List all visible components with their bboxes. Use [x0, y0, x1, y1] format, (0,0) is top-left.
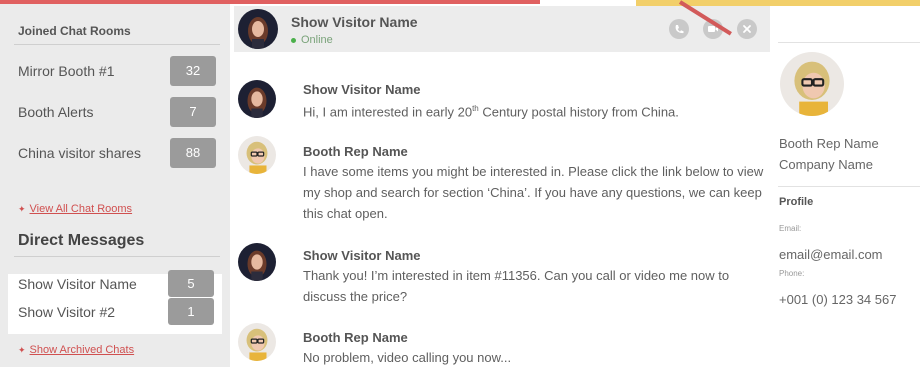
- visitor-avatar: [238, 243, 276, 281]
- rep-avatar: [238, 136, 276, 174]
- sidebar: Joined Chat Rooms Mirror Booth #1 32 Boo…: [0, 4, 230, 367]
- chat-header: Show Visitor Name Online: [234, 6, 770, 52]
- message-sender: Show Visitor Name: [303, 248, 421, 263]
- sidebar-item-show-visitor-name[interactable]: Show Visitor Name 5: [0, 269, 230, 299]
- dm-label: Show Visitor #2: [18, 304, 116, 320]
- unread-count-badge: 32: [170, 56, 216, 86]
- phone-label: Phone:: [779, 269, 805, 278]
- divider: [14, 256, 220, 257]
- divider: [778, 186, 920, 187]
- chat-message: Show Visitor Name Thank you! I’m interes…: [236, 243, 776, 309]
- visitor-portrait-icon: [238, 9, 278, 49]
- visitor-avatar: [238, 80, 276, 118]
- message-sender: Booth Rep Name: [303, 144, 408, 159]
- rep-avatar: [238, 323, 276, 361]
- unread-count-badge: 88: [170, 138, 216, 168]
- room-label: Mirror Booth #1: [18, 63, 115, 79]
- profile-name: Booth Rep Name: [779, 136, 879, 151]
- chat-contact-name: Show Visitor Name: [291, 14, 418, 30]
- unread-count-badge: 1: [168, 298, 214, 325]
- message-sender: Booth Rep Name: [303, 330, 408, 345]
- room-label: China visitor shares: [18, 145, 141, 161]
- call-button[interactable]: [669, 19, 689, 39]
- unread-count-badge: 5: [168, 270, 214, 297]
- message-text: I have some items you might be intereste…: [303, 164, 764, 221]
- message-sender: Show Visitor Name: [303, 82, 421, 97]
- rep-portrait-icon: [780, 52, 844, 116]
- close-chat-button[interactable]: [737, 19, 757, 39]
- dm-label: Show Visitor Name: [18, 276, 137, 292]
- rep-portrait-icon: [238, 136, 276, 174]
- message-text: No problem, video calling you now...: [303, 350, 512, 365]
- email-value[interactable]: email@email.com: [779, 247, 883, 262]
- visitor-portrait-icon: [238, 243, 276, 281]
- sidebar-item-show-visitor-2[interactable]: Show Visitor #2 1: [0, 297, 230, 327]
- profile-panel: Booth Rep Name Company Name Profile Emai…: [772, 40, 920, 367]
- profile-section-title: Profile: [779, 196, 814, 208]
- joined-rooms-title: Joined Chat Rooms: [18, 24, 131, 38]
- divider: [778, 42, 920, 43]
- profile-company: Company Name: [779, 157, 873, 172]
- plus-icon: ✦: [18, 345, 26, 355]
- online-dot-icon: [291, 37, 296, 43]
- chat-message: Show Visitor Name Hi, I am interested in…: [236, 78, 776, 128]
- sidebar-item-china-visitor-shares[interactable]: China visitor shares 88: [0, 138, 230, 168]
- sidebar-item-booth-alerts[interactable]: Booth Alerts 7: [0, 97, 230, 127]
- phone-icon: [675, 25, 684, 34]
- rep-profile-avatar: [780, 52, 844, 116]
- online-status: Online: [291, 34, 333, 46]
- visitor-portrait-icon: [238, 80, 276, 118]
- chat-message: Booth Rep Name No problem, video calling…: [236, 323, 776, 367]
- show-archived-chats-link[interactable]: ✦ Show Archived Chats: [18, 344, 134, 356]
- view-all-chat-rooms-link[interactable]: ✦ View All Chat Rooms: [18, 203, 132, 215]
- divider: [14, 44, 220, 45]
- email-label: Email:: [779, 224, 802, 233]
- sidebar-item-mirror-booth[interactable]: Mirror Booth #1 32: [0, 56, 230, 86]
- visitor-avatar: [238, 9, 278, 49]
- close-icon: [743, 25, 751, 33]
- direct-messages-title: Direct Messages: [18, 232, 145, 249]
- chat-message: Booth Rep Name I have some items you mig…: [236, 136, 776, 228]
- phone-value[interactable]: +001 (0) 123 34 567: [779, 292, 896, 307]
- message-text: Hi, I am interested in early 20th Centur…: [303, 104, 679, 120]
- message-text: Thank you! I’m interested in item #11356…: [303, 268, 730, 304]
- unread-count-badge: 7: [170, 97, 216, 127]
- room-label: Booth Alerts: [18, 104, 94, 120]
- rep-portrait-icon: [238, 323, 276, 361]
- plus-icon: ✦: [18, 204, 26, 214]
